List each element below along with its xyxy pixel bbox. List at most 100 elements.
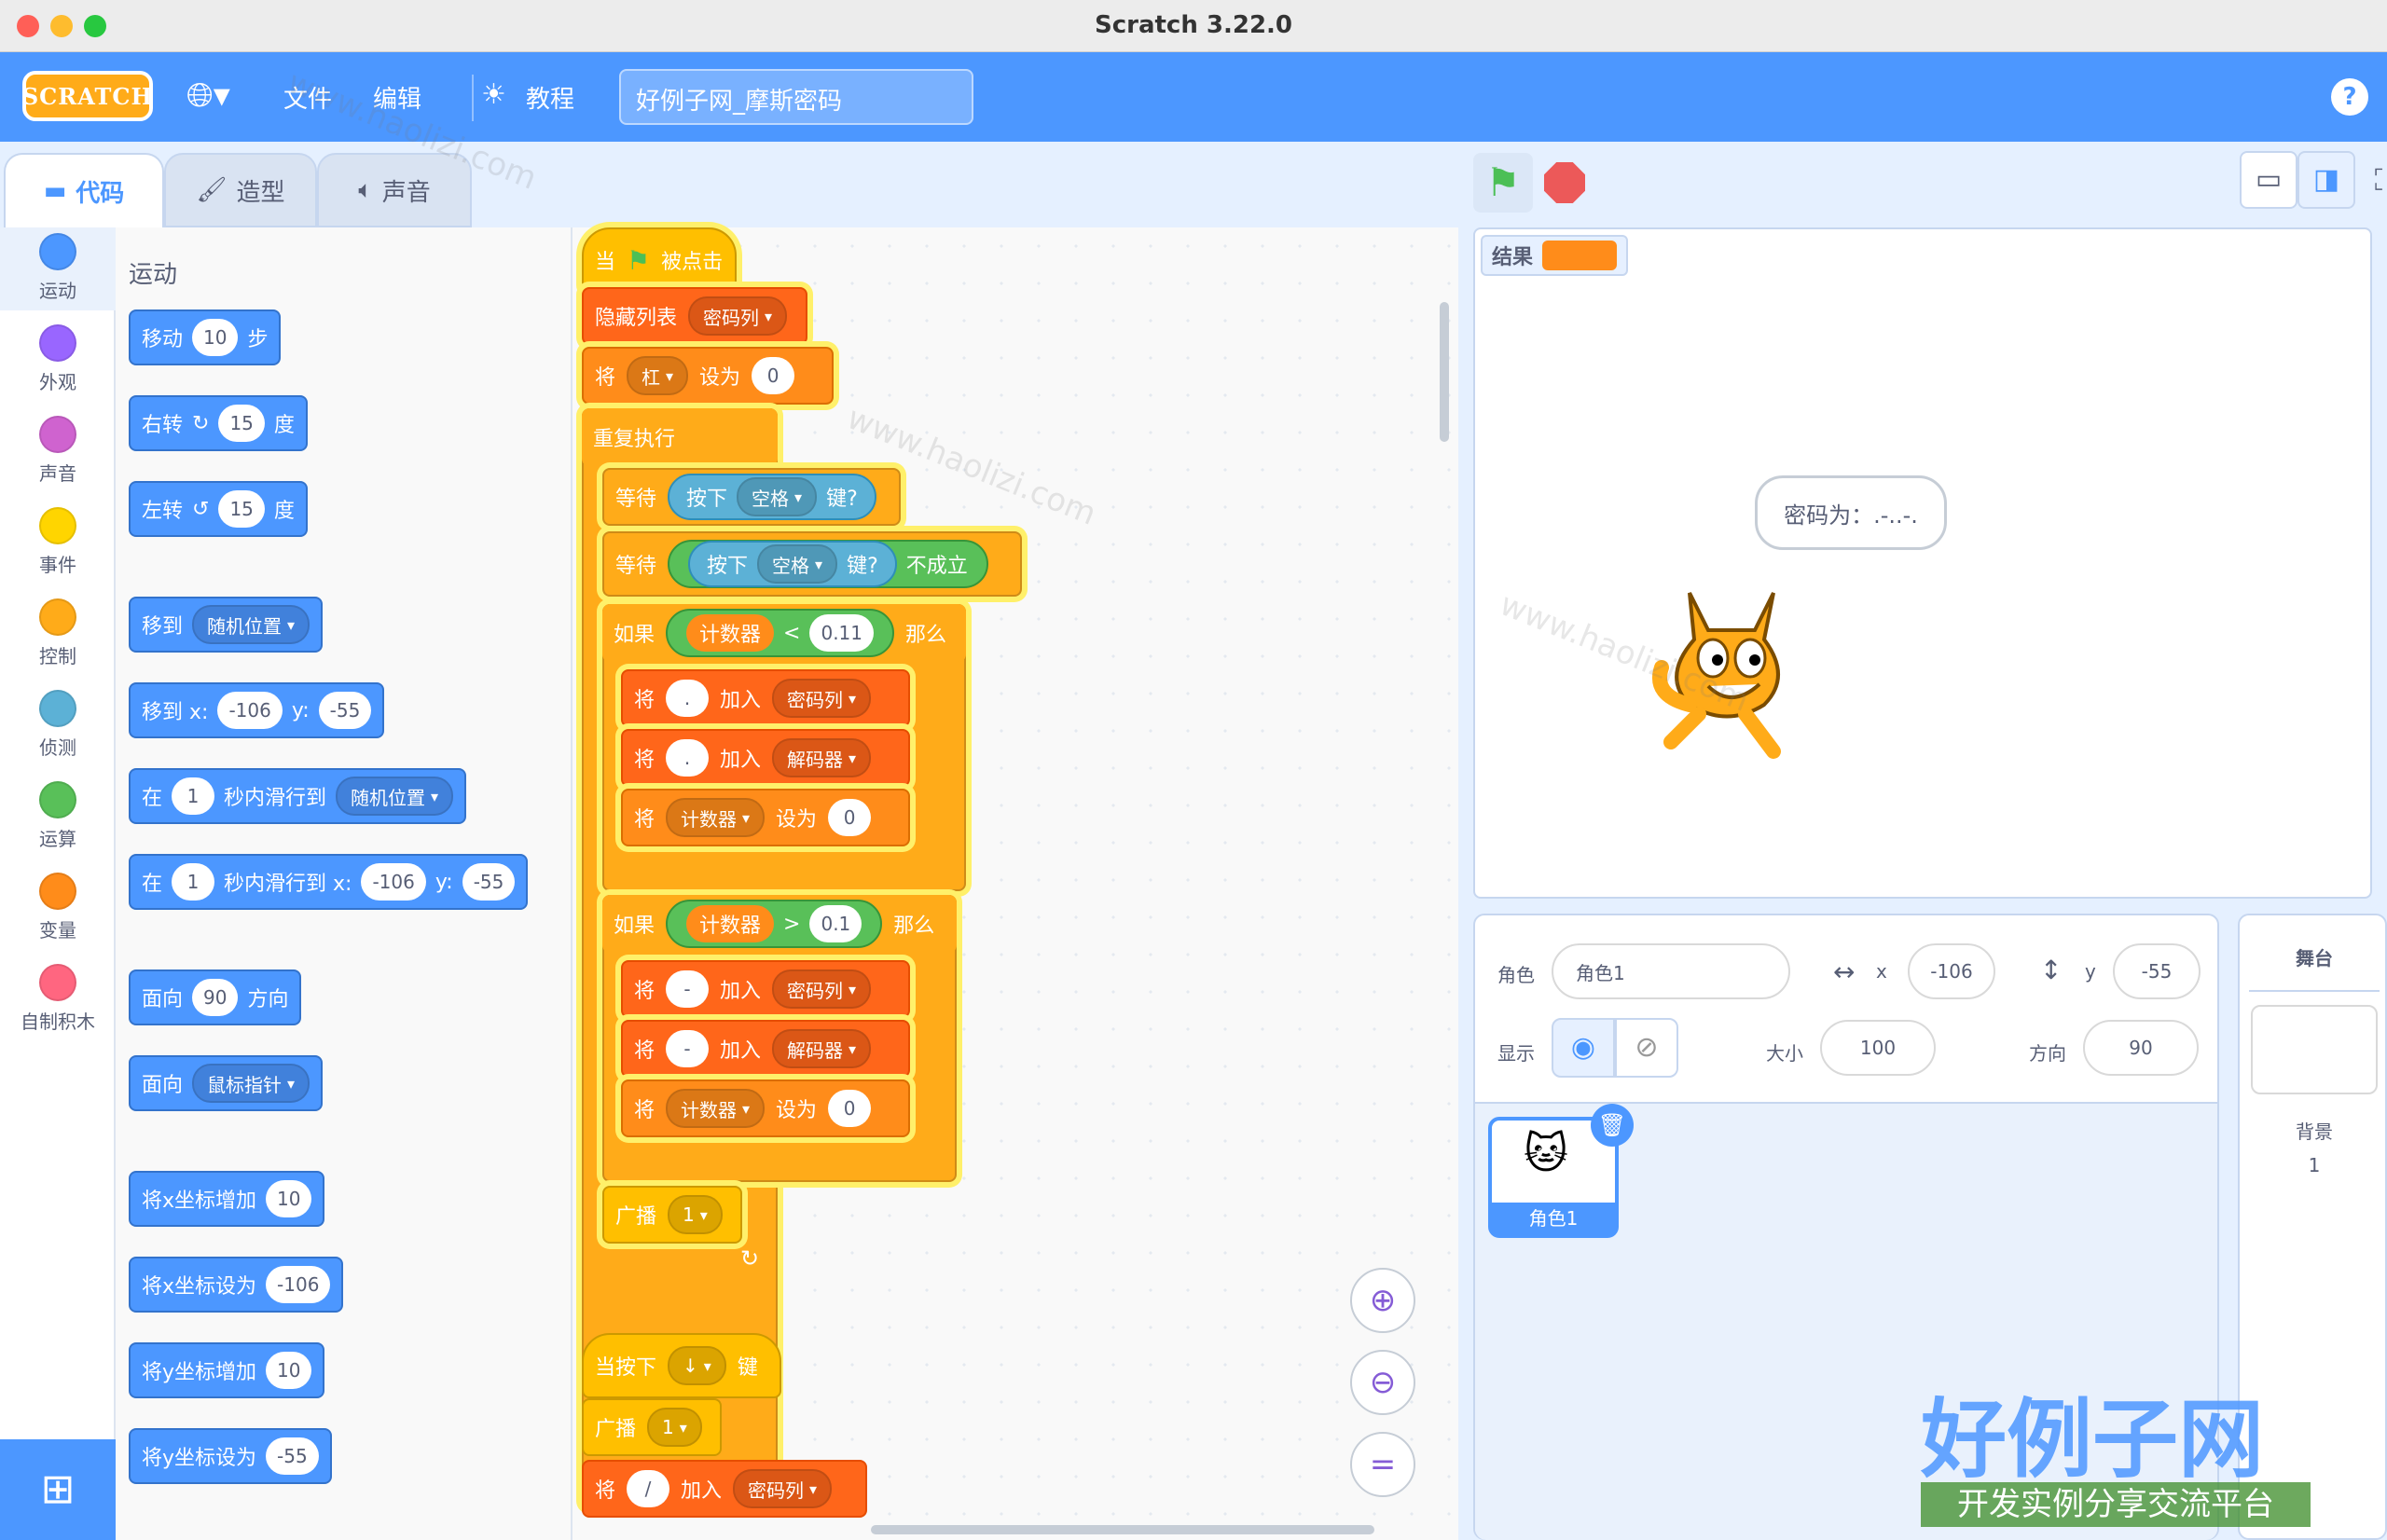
- change-x-block[interactable]: 将x坐标增加 10: [129, 1171, 325, 1227]
- greater-than-operator[interactable]: 计数器 >0.1: [666, 900, 883, 948]
- category-variables[interactable]: 变量: [0, 873, 116, 942]
- set-variable-block[interactable]: 将杠设为 0: [582, 347, 834, 405]
- block-dropdown[interactable]: 杠: [627, 356, 689, 395]
- tab-sounds[interactable]: 🔈︎ 声音: [317, 153, 472, 227]
- category-control[interactable]: 控制: [0, 598, 116, 668]
- set-y-block[interactable]: 将y坐标设为 -55: [129, 1428, 332, 1484]
- block-dropdown[interactable]: 密码列: [772, 679, 872, 718]
- block-text-input[interactable]: -: [666, 1030, 710, 1067]
- block-text-input[interactable]: .: [666, 680, 710, 717]
- show-eye-icon[interactable]: ◉: [1552, 1018, 1615, 1078]
- when-flag-clicked-hat[interactable]: 当 ⚑ 被点击: [582, 227, 737, 293]
- zoom-out-icon[interactable]: ⊖: [1350, 1350, 1415, 1415]
- not-operator[interactable]: 按下空格键? 不成立: [668, 540, 988, 588]
- block-dropdown[interactable]: 密码列: [772, 969, 872, 1009]
- language-globe-icon[interactable]: 🌐︎▾: [186, 76, 230, 116]
- block-dropdown[interactable]: 密码列: [688, 296, 788, 336]
- glide-block[interactable]: 在 1 秒内滑行到 随机位置: [129, 768, 467, 824]
- block-number-input[interactable]: 15: [218, 405, 265, 442]
- change-y-block[interactable]: 将y坐标增加 10: [129, 1342, 325, 1398]
- category-looks[interactable]: 外观: [0, 324, 116, 394]
- block-number-input[interactable]: -55: [318, 692, 372, 729]
- if-block-1[interactable]: 如果 计数器 <0.11 那么: [602, 604, 966, 662]
- block-dropdown[interactable]: 1: [647, 1408, 702, 1447]
- block-number-input[interactable]: 1: [172, 863, 215, 901]
- add-to-list-block[interactable]: 将. 加入 解码器: [621, 729, 910, 787]
- category-sound[interactable]: 声音: [0, 416, 116, 486]
- zoom-in-icon[interactable]: ⊕: [1350, 1268, 1415, 1333]
- wait-until-not-block[interactable]: 等待 按下空格键? 不成立: [602, 531, 1022, 597]
- when-key-pressed-hat[interactable]: 当按下 ↓ 键: [582, 1333, 781, 1398]
- block-dropdown[interactable]: 计数器: [666, 1089, 766, 1128]
- block-number-input[interactable]: 10: [192, 319, 239, 356]
- block-number-input[interactable]: 0.1: [809, 905, 862, 942]
- add-to-list-block[interactable]: 将 - 加入 密码列: [621, 960, 910, 1018]
- fullscreen-icon[interactable]: ⛶: [2361, 151, 2387, 209]
- block-number-input[interactable]: 0: [828, 799, 872, 836]
- hide-list-block[interactable]: 隐藏列表 密码列: [582, 287, 807, 345]
- small-stage-icon[interactable]: ▭: [2240, 151, 2297, 209]
- horizontal-scrollbar[interactable]: [871, 1525, 1374, 1534]
- category-my-blocks[interactable]: 自制积木: [0, 964, 116, 1034]
- help-icon[interactable]: ?: [2331, 78, 2368, 116]
- direction-input[interactable]: 90: [2083, 1020, 2199, 1076]
- goto-xy-block[interactable]: 移到 x: -106 y: -55: [129, 682, 385, 738]
- tab-costumes[interactable]: 🖌︎ 造型: [164, 153, 317, 227]
- tab-code[interactable]: ▬ 代码: [4, 153, 164, 227]
- block-dropdown[interactable]: 空格: [737, 477, 818, 516]
- block-dropdown[interactable]: ↓: [668, 1346, 726, 1385]
- block-text-input[interactable]: .: [666, 739, 710, 777]
- forever-block[interactable]: 重复执行: [582, 408, 778, 466]
- script-area[interactable]: 当⚑被点击 隐藏列表密码列 将杠设为0 重复执行 等待按下空格键? 等待按下空格…: [573, 227, 1458, 1540]
- block-dropdown[interactable]: 空格: [757, 544, 838, 584]
- category-events[interactable]: 事件: [0, 507, 116, 577]
- scratch-logo[interactable]: SCRATCH: [22, 71, 153, 121]
- stage-canvas[interactable]: 结果 密码为：.-..-.: [1473, 227, 2372, 899]
- block-dropdown[interactable]: 1: [668, 1195, 723, 1234]
- if-block-2[interactable]: 如果 计数器 >0.1 那么: [602, 895, 957, 953]
- move-steps-block[interactable]: 移动 10 步: [129, 309, 282, 365]
- variable-monitor[interactable]: 结果: [1481, 235, 1629, 276]
- set-variable-block[interactable]: 将计数器设为 0: [621, 789, 910, 846]
- turn-right-block[interactable]: 右转 ↻ 15 度: [129, 395, 308, 451]
- goto-block[interactable]: 移到 随机位置: [129, 597, 324, 653]
- block-number-input[interactable]: 0: [828, 1090, 872, 1127]
- turn-left-block[interactable]: 左转 ↺ 15 度: [129, 481, 308, 537]
- category-motion[interactable]: 运动: [0, 227, 116, 310]
- block-number-input[interactable]: 10: [266, 1180, 312, 1217]
- block-text-input[interactable]: -: [666, 970, 710, 1008]
- tutorials-bulb-icon[interactable]: ☀︎: [481, 78, 506, 111]
- add-to-list-block[interactable]: 将 - 加入 解码器: [621, 1020, 910, 1078]
- file-menu[interactable]: 文件: [283, 80, 332, 115]
- zoom-reset-icon[interactable]: =: [1350, 1432, 1415, 1497]
- block-number-input[interactable]: 1: [172, 777, 215, 815]
- vertical-scrollbar[interactable]: [1440, 302, 1449, 442]
- block-number-input[interactable]: -106: [266, 1266, 331, 1303]
- edit-menu[interactable]: 编辑: [373, 80, 421, 115]
- set-x-block[interactable]: 将x坐标设为 -106: [129, 1257, 344, 1313]
- point-towards-block[interactable]: 面向 鼠标指针: [129, 1055, 324, 1111]
- block-dropdown[interactable]: 随机位置: [336, 777, 454, 816]
- set-variable-block[interactable]: 将计数器设为 0: [621, 1079, 910, 1137]
- block-dropdown[interactable]: 解码器: [772, 1029, 872, 1068]
- glide-xy-block[interactable]: 在 1 秒内滑行到 x: -106 y: -55: [129, 854, 529, 910]
- block-number-input[interactable]: 90: [192, 979, 239, 1016]
- add-extension-button[interactable]: ⊞: [0, 1439, 116, 1540]
- category-operators[interactable]: 运算: [0, 781, 116, 851]
- wait-until-block[interactable]: 等待按下空格键?: [602, 468, 901, 526]
- key-pressed-reporter[interactable]: 按下空格键?: [688, 541, 897, 587]
- tutorials-menu[interactable]: 教程: [526, 80, 574, 115]
- add-to-list-block[interactable]: 将. 加入 密码列: [621, 669, 910, 727]
- block-dropdown[interactable]: 鼠标指针: [192, 1064, 310, 1103]
- broadcast-block[interactable]: 广播 1: [602, 1186, 742, 1244]
- block-text-input[interactable]: /: [627, 1470, 670, 1507]
- hide-eye-icon[interactable]: ⊘: [1615, 1018, 1678, 1078]
- block-number-input[interactable]: 15: [218, 490, 265, 528]
- project-title-input[interactable]: 好例子网_摩斯密码: [619, 69, 973, 125]
- variable-reporter[interactable]: 计数器: [686, 905, 775, 942]
- sprite-name-input[interactable]: 角色1: [1552, 943, 1790, 999]
- stop-sign-icon[interactable]: [1544, 162, 1585, 203]
- block-number-input[interactable]: -55: [266, 1437, 319, 1475]
- large-stage-icon[interactable]: ◨: [2297, 151, 2355, 209]
- point-direction-block[interactable]: 面向 90 方向: [129, 969, 302, 1025]
